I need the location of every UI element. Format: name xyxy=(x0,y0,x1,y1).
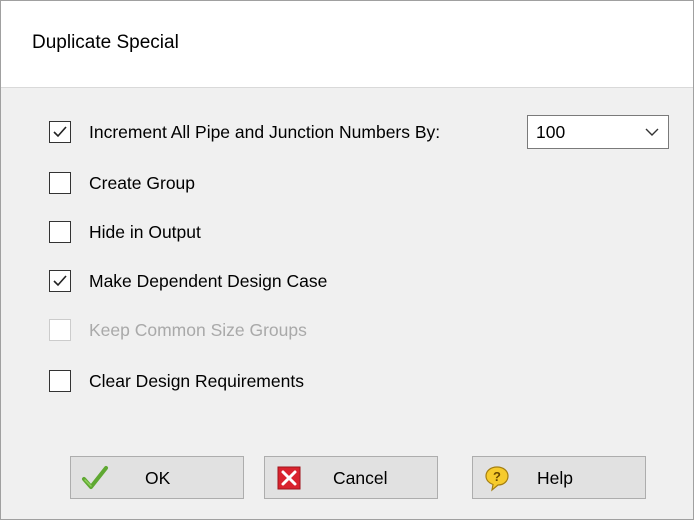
ok-button[interactable]: OK xyxy=(70,456,244,499)
duplicate-special-dialog: Duplicate Special Increment All Pipe and… xyxy=(0,0,694,520)
checkmark-icon xyxy=(53,126,67,138)
increment-numbers-label: Increment All Pipe and Junction Numbers … xyxy=(89,122,441,142)
clear-design-requirements-checkbox[interactable] xyxy=(49,370,71,392)
cancel-button[interactable]: Cancel xyxy=(264,456,438,499)
red-x-icon xyxy=(277,466,301,490)
dependent-design-case-label: Make Dependent Design Case xyxy=(89,271,328,291)
increment-value-select[interactable]: 100 xyxy=(527,115,669,149)
dependent-design-case-row[interactable]: Make Dependent Design Case xyxy=(49,267,327,295)
ok-button-label: OK xyxy=(145,468,171,488)
hide-in-output-row[interactable]: Hide in Output xyxy=(49,218,201,246)
help-button-label: Help xyxy=(537,468,573,488)
dialog-title: Duplicate Special xyxy=(32,32,179,53)
help-button[interactable]: ? Help xyxy=(472,456,646,499)
keep-size-groups-label: Keep Common Size Groups xyxy=(89,320,307,340)
svg-text:?: ? xyxy=(493,469,501,484)
dialog-header: Duplicate Special xyxy=(1,1,693,88)
chevron-down-icon xyxy=(645,128,659,136)
green-checkmark-icon xyxy=(82,466,108,489)
increment-numbers-checkbox[interactable] xyxy=(49,121,71,143)
increment-value: 100 xyxy=(536,122,566,142)
increment-numbers-row[interactable]: Increment All Pipe and Junction Numbers … xyxy=(49,118,440,146)
checkmark-icon xyxy=(53,275,67,287)
create-group-row[interactable]: Create Group xyxy=(49,169,195,197)
create-group-label: Create Group xyxy=(89,173,196,193)
question-bubble-icon: ? xyxy=(485,466,509,492)
hide-in-output-label: Hide in Output xyxy=(89,222,201,242)
cancel-button-label: Cancel xyxy=(333,468,388,488)
clear-design-requirements-row[interactable]: Clear Design Requirements xyxy=(49,367,304,395)
clear-design-requirements-label: Clear Design Requirements xyxy=(89,371,304,391)
keep-size-groups-row: Keep Common Size Groups xyxy=(49,316,307,344)
dependent-design-case-checkbox[interactable] xyxy=(49,270,71,292)
keep-size-groups-checkbox xyxy=(49,319,71,341)
create-group-checkbox[interactable] xyxy=(49,172,71,194)
hide-in-output-checkbox[interactable] xyxy=(49,221,71,243)
